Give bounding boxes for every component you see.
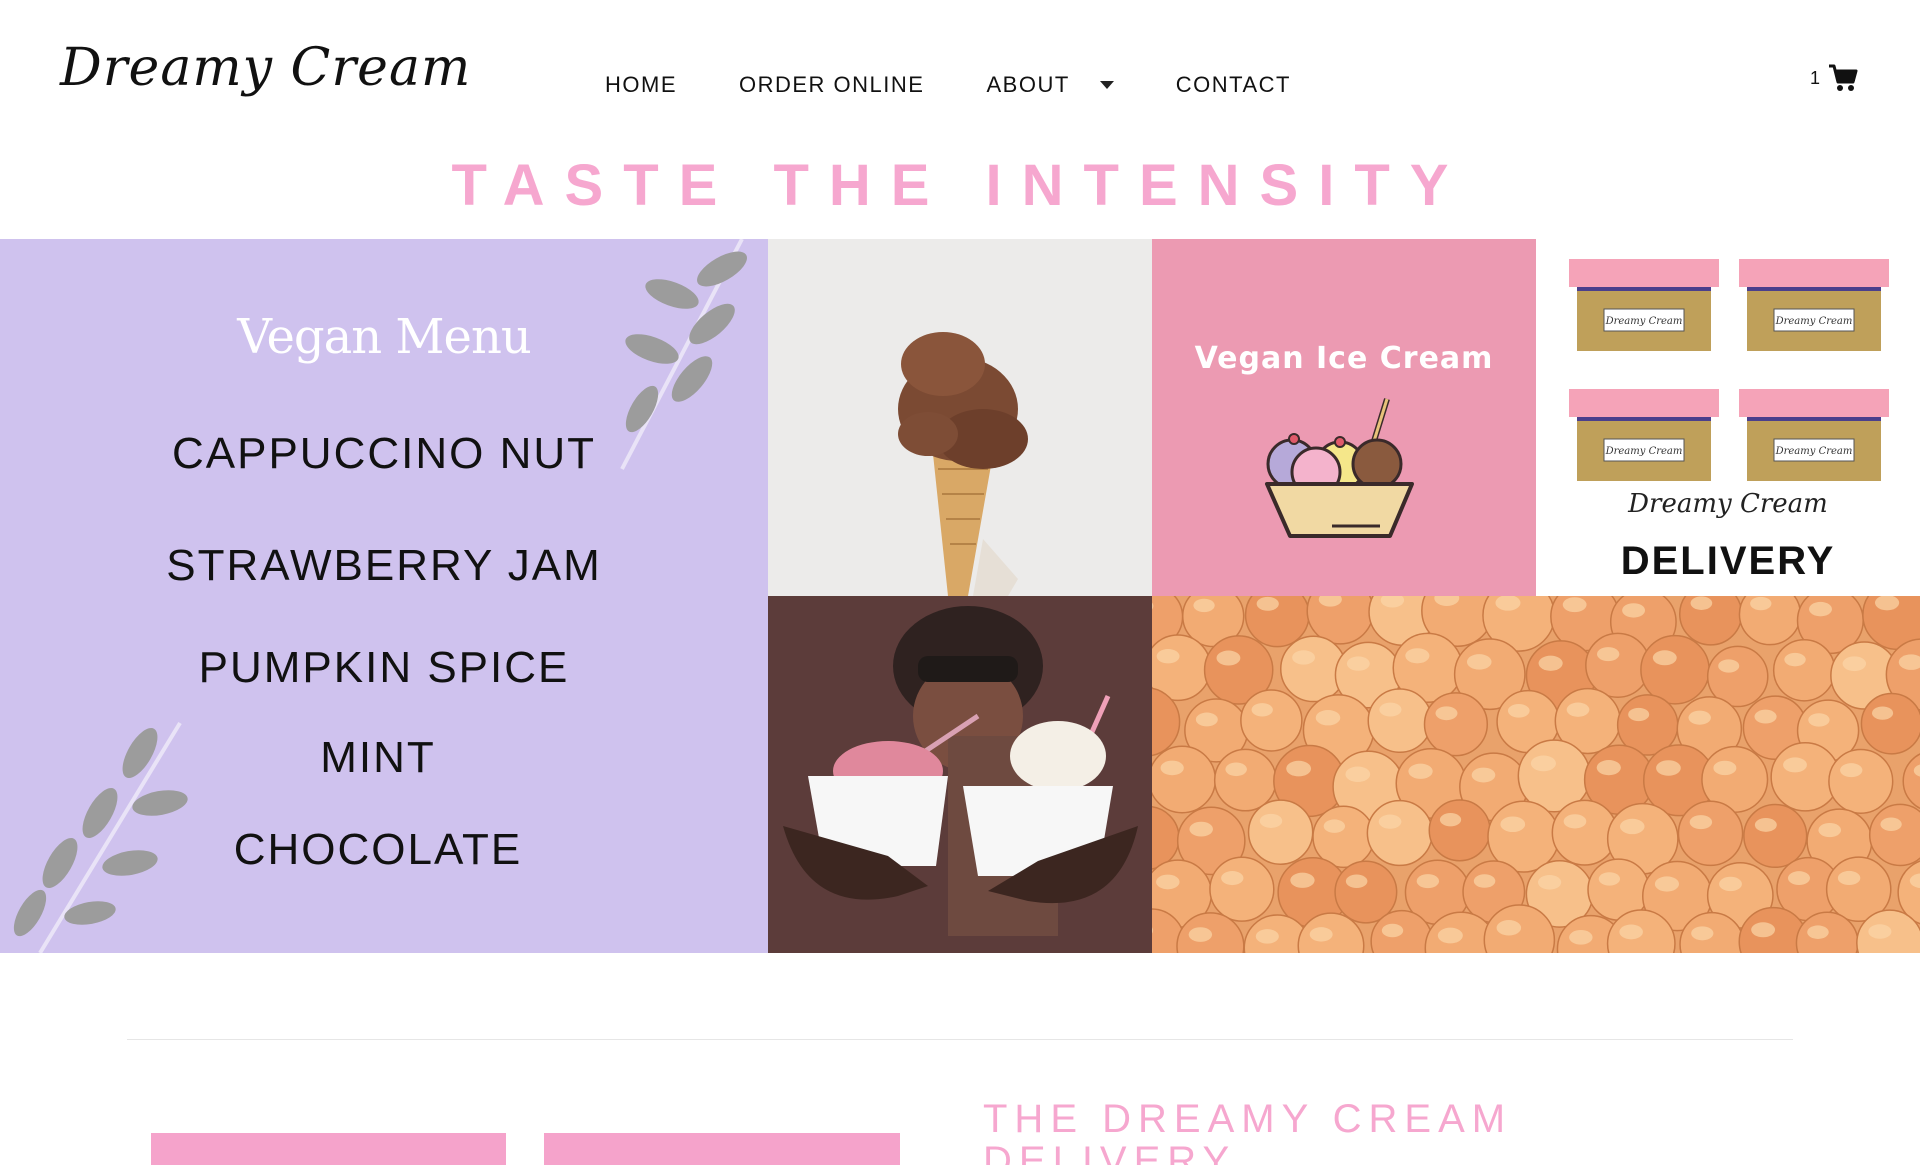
- menu-item: CAPPUCCINO NUT: [171, 429, 597, 478]
- site-logo[interactable]: Dreamy Cream: [60, 38, 471, 98]
- vegan-menu-tile[interactable]: Vegan Menu CAPPUCCINO NUT STRAWBERRY JAM…: [0, 239, 768, 953]
- vegan-ice-cream-title: Vegan Ice Cream: [1194, 341, 1494, 376]
- ice-cream-cone-image: [768, 239, 1152, 596]
- cart-count: 1: [1810, 67, 1821, 88]
- hero-title: TASTE THE INTENSITY: [451, 153, 1469, 218]
- cart-icon: [1829, 64, 1858, 91]
- menu-item: PUMPKIN SPICE: [198, 643, 570, 692]
- vegan-menu-title: Vegan Menu: [237, 309, 532, 365]
- box-label: Dreamy Cream: [1605, 316, 1683, 327]
- main-nav: HOME ORDER ONLINE ABOUT CONTACT: [605, 72, 1291, 98]
- menu-item: STRAWBERRY JAM: [166, 541, 602, 590]
- nav-contact[interactable]: CONTACT: [1176, 72, 1291, 98]
- box-label: Dreamy Cream: [1775, 446, 1853, 457]
- box-label: Dreamy Cream: [1775, 316, 1853, 327]
- box-label: Dreamy Cream: [1605, 446, 1683, 457]
- delivery-boxes-image: Dreamy Cream Dreamy Cream Dreamy Cream D…: [1569, 259, 1889, 481]
- cart-button[interactable]: 1: [1810, 64, 1858, 92]
- nav-home[interactable]: HOME: [605, 72, 677, 98]
- nav-order-online[interactable]: ORDER ONLINE: [739, 72, 924, 98]
- nav-about[interactable]: ABOUT: [986, 72, 1114, 98]
- image-gallery: Vegan Menu CAPPUCCINO NUT STRAWBERRY JAM…: [0, 239, 1920, 953]
- peaches-photo[interactable]: [1152, 596, 1920, 953]
- delivery-section-title: THE DREAMY CREAM DELIVERY: [983, 1097, 1513, 1165]
- delivery-title: DELIVERY: [1620, 539, 1836, 583]
- ice-cream-cups-image: [768, 596, 1152, 953]
- ice-cream-bowl-icon: [1265, 398, 1414, 538]
- nav-about-label: ABOUT: [986, 72, 1070, 97]
- chocolate-cone-photo[interactable]: [768, 239, 1152, 596]
- peaches-image: [1152, 596, 1920, 953]
- site-header: Dreamy Cream HOME ORDER ONLINE ABOUT CON…: [0, 0, 1920, 150]
- delivery-brand: Dreamy Cream: [1628, 489, 1828, 519]
- delivery-card-image[interactable]: [151, 1133, 506, 1165]
- vegan-ice-cream-tile[interactable]: Vegan Ice Cream: [1152, 239, 1536, 596]
- chevron-down-icon[interactable]: [1099, 81, 1114, 89]
- delivery-card-image[interactable]: [544, 1133, 900, 1165]
- ice-cream-cups-photo[interactable]: [768, 596, 1152, 953]
- delivery-tile[interactable]: Dreamy Cream Dreamy Cream Dreamy Cream D…: [1536, 239, 1920, 596]
- leaf-branch-image: [13, 721, 188, 953]
- section-divider: [127, 1039, 1793, 1040]
